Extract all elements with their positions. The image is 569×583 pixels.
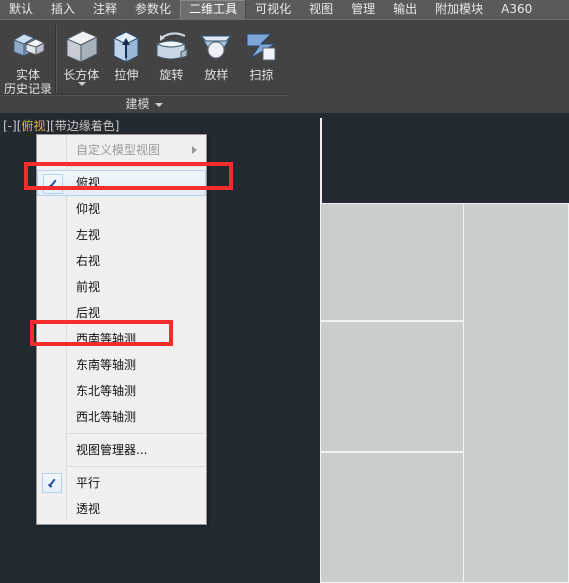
menu-item-label: 西北等轴测 xyxy=(76,410,137,424)
tab-addins[interactable]: 附加模块 xyxy=(426,0,492,19)
tab-a360[interactable]: A360 xyxy=(492,0,541,19)
tab-output[interactable]: 输出 xyxy=(384,0,426,19)
menu-separator xyxy=(67,166,206,167)
model-edge-line xyxy=(320,118,322,203)
menu-item-sw-isometric[interactable]: 西南等轴测 xyxy=(37,326,206,352)
check-icon xyxy=(47,478,58,489)
check-icon xyxy=(48,179,59,190)
button-revolve[interactable]: 旋转 xyxy=(149,23,194,82)
menu-item-nw-isometric[interactable]: 西北等轴测 xyxy=(37,404,206,430)
menu-separator xyxy=(67,433,206,434)
model-face-3 xyxy=(320,452,464,583)
menu-item-left-view[interactable]: 左视 xyxy=(37,222,206,248)
panel-divider xyxy=(55,25,56,93)
tab-manage[interactable]: 管理 xyxy=(342,0,384,19)
button-solid-history[interactable]: 实体 历史记录 xyxy=(4,23,52,96)
tab-parametric[interactable]: 参数化 xyxy=(126,0,180,19)
ribbon-tab-bar: 默认 插入 注释 参数化 二维工具 可视化 视图 管理 输出 附加模块 A360 xyxy=(0,0,569,19)
menu-item-label: 东南等轴测 xyxy=(76,358,137,372)
menu-item-label: 平行 xyxy=(76,476,101,490)
button-label: 扫掠 xyxy=(249,68,274,82)
checkbox-checked xyxy=(42,473,62,493)
menu-item-right-view[interactable]: 右视 xyxy=(37,248,206,274)
button-label: 长方体 xyxy=(63,68,100,82)
ribbon: 实体 历史记录 长方体 拉伸 旋转 放样 扫掠 建模 xyxy=(0,19,569,299)
sweep-icon xyxy=(241,26,281,66)
viewport-label-prefix: [-][ xyxy=(3,119,22,133)
menu-item-view-manager[interactable]: 视图管理器... xyxy=(37,437,206,463)
chevron-down-icon[interactable] xyxy=(78,82,87,86)
menu-item-label: 后视 xyxy=(76,306,101,320)
menu-item-label: 前视 xyxy=(76,280,101,294)
button-label: 旋转 xyxy=(159,68,184,82)
menu-item-label: 透视 xyxy=(76,502,101,516)
panel-title-text: 建模 xyxy=(125,97,150,111)
loft-icon xyxy=(196,26,236,66)
button-loft[interactable]: 放样 xyxy=(194,23,239,82)
menu-item-custom-model-view[interactable]: 自定义模型视图 xyxy=(37,137,206,163)
view-dropdown-menu[interactable]: 自定义模型视图 俯视 仰视 左视 右视 前视 后视 西南等轴测 东南等轴测 东北… xyxy=(36,134,207,525)
checkbox-checked xyxy=(43,174,63,194)
tab-insert[interactable]: 插入 xyxy=(42,0,84,19)
tab-2d-tools[interactable]: 二维工具 xyxy=(180,0,247,19)
chevron-down-icon[interactable] xyxy=(154,102,163,107)
box-icon xyxy=(61,26,101,66)
tab-visualize[interactable]: 可视化 xyxy=(246,0,300,19)
menu-item-label: 右视 xyxy=(76,254,101,268)
menu-item-label: 仰视 xyxy=(76,202,101,216)
menu-item-perspective[interactable]: 透视 xyxy=(37,496,206,522)
panel-modeling: 实体 历史记录 长方体 拉伸 旋转 放样 扫掠 建模 xyxy=(0,20,288,113)
button-label: 放样 xyxy=(204,68,229,82)
menu-item-ne-isometric[interactable]: 东北等轴测 xyxy=(37,378,206,404)
menu-item-label: 西南等轴测 xyxy=(76,332,137,346)
button-extrude[interactable]: 拉伸 xyxy=(104,23,149,82)
tab-view[interactable]: 视图 xyxy=(300,0,342,19)
viewport-label[interactable]: [-][俯视][带边缘着色] xyxy=(3,117,119,134)
button-box[interactable]: 长方体 xyxy=(59,23,104,86)
tab-annotate[interactable]: 注释 xyxy=(84,0,126,19)
viewport-label-view[interactable]: 俯视 xyxy=(21,119,45,133)
viewport-label-suffix: ][带边缘着色] xyxy=(45,119,120,133)
button-sweep[interactable]: 扫掠 xyxy=(239,23,284,82)
menu-item-top-view[interactable]: 俯视 xyxy=(37,170,206,196)
model-face-2 xyxy=(320,321,464,452)
menu-item-bottom-view[interactable]: 仰视 xyxy=(37,196,206,222)
menu-item-label: 左视 xyxy=(76,228,101,242)
button-label: 拉伸 xyxy=(114,68,139,82)
button-label: 实体 xyxy=(16,68,41,82)
menu-item-label: 自定义模型视图 xyxy=(76,143,161,157)
menu-item-parallel[interactable]: 平行 xyxy=(37,470,206,496)
extrude-icon xyxy=(106,26,146,66)
revolve-icon xyxy=(151,26,191,66)
menu-item-label: 东北等轴测 xyxy=(76,384,137,398)
menu-item-label: 俯视 xyxy=(76,176,101,190)
menu-item-front-view[interactable]: 前视 xyxy=(37,274,206,300)
menu-item-label: 视图管理器... xyxy=(76,443,148,457)
model-face-1 xyxy=(320,203,464,321)
panel-title-modeling[interactable]: 建模 xyxy=(0,94,288,113)
solid-history-icon xyxy=(8,26,48,66)
tab-default[interactable]: 默认 xyxy=(0,0,42,19)
menu-item-back-view[interactable]: 后视 xyxy=(37,300,206,326)
model-face-4 xyxy=(463,203,569,583)
menu-separator xyxy=(67,466,206,467)
menu-item-se-isometric[interactable]: 东南等轴测 xyxy=(37,352,206,378)
chevron-right-icon xyxy=(192,146,197,154)
